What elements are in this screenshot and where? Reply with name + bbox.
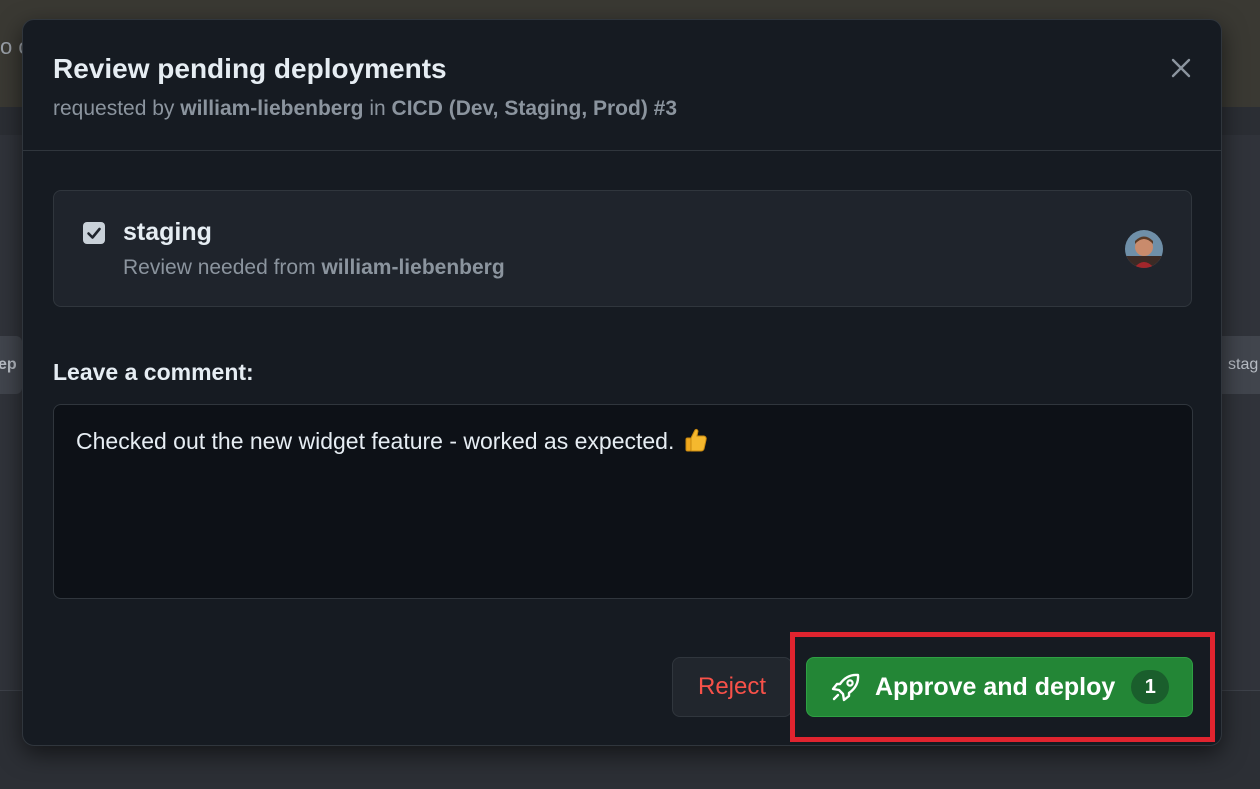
review-prefix: Review needed from: [123, 256, 316, 279]
dialog-subtitle: requested by william-liebenberg in CICD …: [53, 97, 677, 121]
subtitle-middle: in: [369, 97, 386, 120]
dialog-header: Review pending deployments requested by …: [23, 20, 1221, 151]
avatar[interactable]: [1125, 230, 1163, 268]
requester-link[interactable]: william-liebenberg: [180, 97, 363, 120]
reject-button[interactable]: Reject: [672, 657, 792, 717]
thumbs-up-icon: [684, 427, 708, 459]
environment-review-text: Review needed from william-liebenberg: [123, 256, 505, 280]
close-button[interactable]: [1163, 50, 1199, 86]
comment-textarea[interactable]: Checked out the new widget feature - wor…: [53, 404, 1193, 599]
avatar-image: [1125, 230, 1163, 268]
approve-and-deploy-button[interactable]: Approve and deploy 1: [806, 657, 1193, 717]
dialog-title: Review pending deployments: [53, 53, 447, 84]
environment-name: staging: [123, 218, 212, 246]
review-deployments-dialog: Review pending deployments requested by …: [22, 19, 1222, 746]
environment-card: staging Review needed from william-liebe…: [53, 190, 1192, 307]
checkmark-icon: [87, 227, 101, 239]
comment-label: Leave a comment:: [53, 359, 254, 385]
pending-count-badge: 1: [1131, 670, 1170, 704]
workflow-run-link[interactable]: CICD (Dev, Staging, Prod) #3: [392, 97, 677, 120]
backdrop-pill-left: ep: [0, 336, 22, 394]
rocket-icon: [829, 670, 863, 704]
reject-label: Reject: [697, 673, 767, 700]
environment-checkbox[interactable]: [83, 222, 105, 244]
backdrop-pill-right: stag: [1222, 336, 1260, 394]
comment-text: Checked out the new widget feature - wor…: [76, 428, 675, 454]
close-icon: [1171, 58, 1191, 78]
approve-label: Approve and deploy: [875, 672, 1116, 701]
reviewer-name: william-liebenberg: [321, 256, 505, 279]
subtitle-prefix: requested by: [53, 97, 175, 120]
